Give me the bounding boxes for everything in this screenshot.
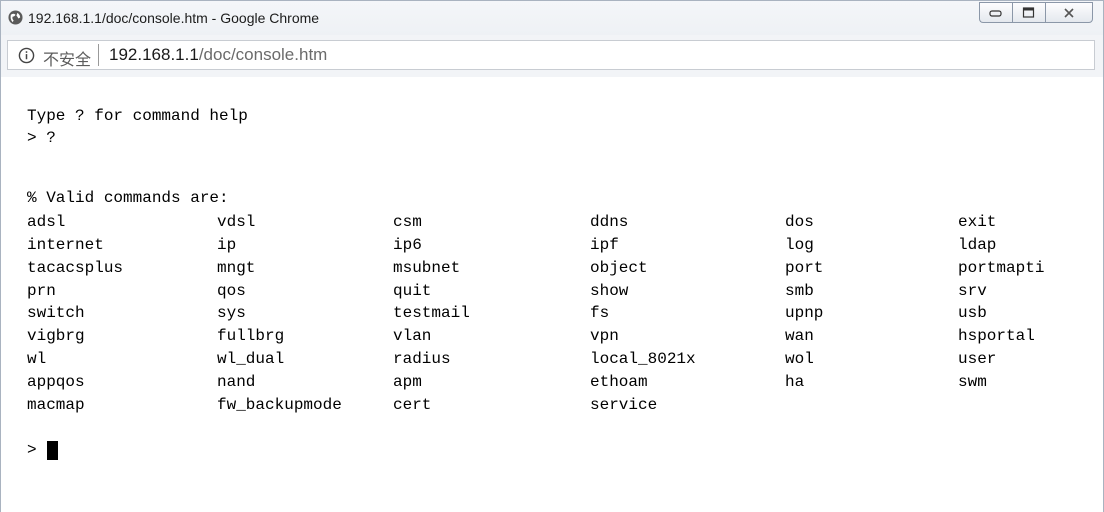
window-title: 192.168.1.1/doc/console.htm - Google Chr… [28,10,320,26]
command-local_8021x: local_8021x [590,350,696,368]
command-testmail: testmail [393,304,470,322]
info-icon[interactable] [18,47,35,64]
command-nand: nand [217,373,256,391]
maximize-button[interactable] [1012,2,1045,23]
address-separator [98,44,99,66]
command-switch: switch [27,304,85,322]
valid-commands-header: % Valid commands are: [27,189,229,207]
intro-line: Type ? for command help [27,107,248,125]
command-quit: quit [393,282,432,300]
address-bar: 不安全 192.168.1.1/doc/console.htm [1,35,1103,77]
command-vpn: vpn [590,327,619,345]
command-ip6: ip6 [393,236,422,254]
command-appqos: appqos [27,373,85,391]
command-ddns: ddns [590,213,629,231]
text-cursor [47,441,58,460]
command-portmapti: portmapti [958,259,1045,277]
command-fw_backupmode: fw_backupmode [217,396,342,414]
url-text[interactable]: 192.168.1.1/doc/console.htm [109,45,327,65]
prompt-symbol: > [27,441,37,459]
title-bar[interactable]: 192.168.1.1/doc/console.htm - Google Chr… [1,1,1103,35]
command-user: user [958,350,997,368]
command-mngt: mngt [217,259,256,277]
command-smb: smb [785,282,814,300]
command-ldap: ldap [958,236,997,254]
url-field[interactable]: 不安全 192.168.1.1/doc/console.htm [7,40,1095,70]
command-radius: radius [393,350,451,368]
command-service: service [590,396,658,414]
command-wl_dual: wl_dual [217,350,285,368]
command-usb: usb [958,304,987,322]
command-qos: qos [217,282,246,300]
command-csm: csm [393,213,422,231]
command-ethoam: ethoam [590,373,648,391]
command-macmap: macmap [27,396,85,414]
browser-window: 192.168.1.1/doc/console.htm - Google Chr… [0,0,1104,512]
command-dos: dos [785,213,814,231]
minimize-icon [989,9,1002,17]
command-swm: swm [958,373,987,391]
command-vlan: vlan [393,327,432,345]
url-host: 192.168.1.1 [109,45,199,64]
command-port: port [785,259,824,277]
command-apm: apm [393,373,422,391]
security-label[interactable]: 不安全 [43,46,91,70]
command-prn: prn [27,282,56,300]
command-wol: wol [785,350,814,368]
command-fullbrg: fullbrg [217,327,285,345]
command-internet: internet [27,236,104,254]
console-output[interactable]: Type ? for command help > ? % Valid comm… [1,77,1103,512]
command-fs: fs [590,304,610,322]
chrome-globe-icon [8,10,23,25]
command-hsportal: hsportal [958,327,1035,345]
command-show: show [590,282,629,300]
close-button[interactable] [1045,2,1093,23]
command-adsl: adsl [27,213,66,231]
command-wan: wan [785,327,814,345]
command-srv: srv [958,282,987,300]
command-object: object [590,259,648,277]
command-ha: ha [785,373,805,391]
command-upnp: upnp [785,304,824,322]
close-icon [1064,7,1074,18]
prompt-query-line: > ? [27,129,56,147]
minimize-button[interactable] [979,2,1012,23]
command-sys: sys [217,304,246,322]
command-vigbrg: vigbrg [27,327,85,345]
window-controls [979,2,1093,23]
url-path: /doc/console.htm [198,45,328,64]
command-vdsl: vdsl [217,213,256,231]
command-cert: cert [393,396,432,414]
maximize-icon [1022,6,1035,18]
command-ip: ip [217,236,237,254]
command-exit: exit [958,213,997,231]
command-log: log [785,236,814,254]
command-tacacsplus: tacacsplus [27,259,124,277]
command-ipf: ipf [590,236,619,254]
command-msubnet: msubnet [393,259,461,277]
command-wl: wl [27,350,47,368]
